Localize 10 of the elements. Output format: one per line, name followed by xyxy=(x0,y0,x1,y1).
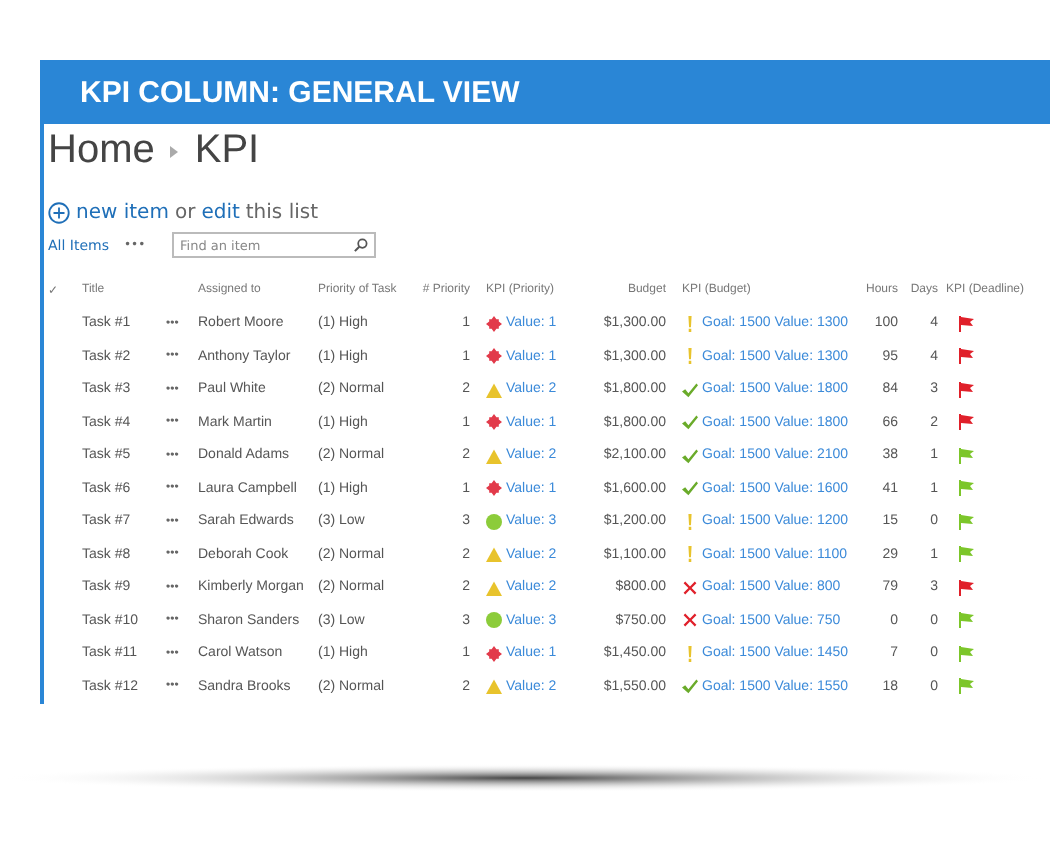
breadcrumb-link[interactable]: Home xyxy=(48,128,155,174)
list-text: this list xyxy=(245,202,319,224)
page-title: KPI xyxy=(194,128,260,174)
banner-title: KPI COLUMN: GENERAL VIEW xyxy=(80,75,520,109)
search-icon xyxy=(354,238,368,252)
or-text: or xyxy=(174,202,196,224)
new-item-link[interactable]: new item xyxy=(76,202,169,224)
edit-link[interactable]: edit xyxy=(201,202,240,224)
plus-icon[interactable] xyxy=(48,202,70,224)
chevron-icon xyxy=(170,145,179,157)
